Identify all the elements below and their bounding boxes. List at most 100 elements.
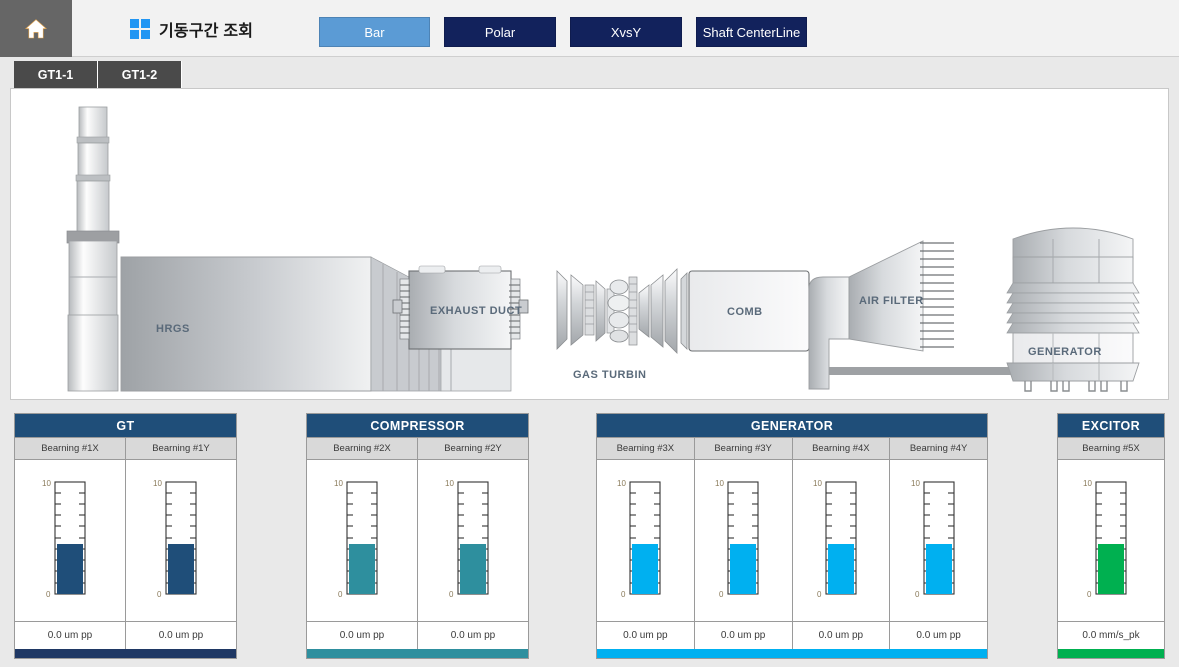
nav-button-polar[interactable]: Polar: [444, 17, 556, 47]
nav-button-xvsy[interactable]: XvsY: [570, 17, 682, 47]
gauge-max-label: 10: [445, 479, 454, 488]
home-button[interactable]: [0, 0, 72, 57]
group-excitor-accent: [1058, 649, 1164, 658]
gauge-bearing-3y: 10 0: [695, 460, 792, 621]
tab-gt1-2[interactable]: GT1-2: [98, 61, 182, 88]
nav-button-bar-label: Bar: [364, 25, 384, 40]
gauge-bearing-3x: 10 0: [597, 460, 694, 621]
gauge-max-label: 10: [334, 479, 343, 488]
group-gt-accent: [15, 649, 236, 658]
gas-turbine-shape: GAS TURBIN: [557, 269, 677, 381]
nav-button-shaft-centerline[interactable]: Shaft CenterLine: [696, 17, 807, 47]
gauge-max-label: 10: [911, 479, 920, 488]
grid-icon: [130, 19, 150, 39]
gauge-bearing-2y: 10 0: [418, 460, 528, 621]
channel-bearing-1y-value: 0.0 um pp: [126, 621, 236, 649]
channel-bearing-3y-label: Bearning #3Y: [695, 437, 792, 460]
gauge-min-label: 0: [817, 590, 822, 599]
channel-bearing-4x-value: 0.0 um pp: [793, 621, 890, 649]
channel-bearing-1x-value: 0.0 um pp: [15, 621, 125, 649]
channel-bearing-4y[interactable]: Bearning #4Y: [890, 437, 987, 649]
generator-shape: GENERATOR: [1007, 228, 1139, 391]
channel-bearing-2x[interactable]: Bearning #2X: [307, 437, 418, 649]
page-title-area: 기동구간 조회: [130, 0, 253, 57]
channel-bearing-2y-value: 0.0 um pp: [418, 621, 528, 649]
channel-bearing-5x-value: 0.0 mm/s_pk: [1058, 621, 1164, 649]
channel-bearing-5x-label: Bearning #5X: [1058, 437, 1164, 460]
group-generator-accent: [597, 649, 987, 658]
channel-bearing-4x-label: Bearning #4X: [793, 437, 890, 460]
group-compressor: COMPRESSOR Bearning #2X: [306, 413, 529, 659]
unit-tabs: GT1-1 GT1-2: [14, 61, 182, 88]
channel-bearing-4x[interactable]: Bearning #4X: [793, 437, 891, 649]
application-window: 기동구간 조회 Bar Polar XvsY Shaft CenterLine …: [0, 0, 1179, 667]
tab-gt1-1-label: GT1-1: [38, 68, 73, 82]
nav-button-polar-label: Polar: [485, 25, 515, 40]
gauge-min-label: 0: [1087, 590, 1092, 599]
channel-bearing-2y[interactable]: Bearning #2Y: [418, 437, 528, 649]
channel-bearing-2y-label: Bearning #2Y: [418, 437, 528, 460]
shaft-shape: [829, 367, 1029, 375]
gauge-max-label: 10: [153, 479, 162, 488]
channel-bearing-3x-value: 0.0 um pp: [597, 621, 694, 649]
group-excitor: EXCITOR Bearning #5X: [1057, 413, 1165, 659]
channel-bearing-1x[interactable]: Bearning #1X: [15, 437, 126, 649]
channel-bearing-1y[interactable]: Bearning #1Y: [126, 437, 236, 649]
diagram-label-exhaust-duct: EXHAUST DUCT: [430, 305, 522, 317]
gauge-min-label: 0: [621, 590, 626, 599]
channel-bearing-3x[interactable]: Bearning #3X: [597, 437, 695, 649]
gauge-bearing-1x: 10 0: [15, 460, 125, 621]
exhaust-duct-shape: EXHAUST DUCT: [393, 266, 528, 349]
gauge-bearing-2x: 10 0: [307, 460, 417, 621]
channel-bearing-4y-label: Bearning #4Y: [890, 437, 987, 460]
tab-gt1-1[interactable]: GT1-1: [14, 61, 98, 88]
diagram-label-hrgs: HRGS: [156, 323, 190, 335]
channel-bearing-3y[interactable]: Bearning #3Y: [695, 437, 793, 649]
group-compressor-accent: [307, 649, 528, 658]
channel-bearing-4y-value: 0.0 um pp: [890, 621, 987, 649]
gauge-min-label: 0: [338, 590, 343, 599]
channel-bearing-5x[interactable]: Bearning #5X: [1058, 437, 1164, 649]
group-compressor-title: COMPRESSOR: [307, 414, 528, 437]
diagram-label-comb: COMB: [727, 306, 763, 318]
machine-train-diagram: HRGS: [11, 89, 1170, 401]
gauge-min-label: 0: [449, 590, 454, 599]
group-generator-title: GENERATOR: [597, 414, 987, 437]
machine-train-diagram-panel: HRGS: [10, 88, 1169, 400]
nav-button-shaft-centerline-label: Shaft CenterLine: [703, 25, 801, 40]
group-gt-title: GT: [15, 414, 236, 437]
channel-bearing-3y-value: 0.0 um pp: [695, 621, 792, 649]
tab-gt1-2-label: GT1-2: [122, 68, 157, 82]
app-header: 기동구간 조회 Bar Polar XvsY Shaft CenterLine: [0, 0, 1179, 57]
nav-button-xvsy-label: XvsY: [611, 25, 641, 40]
combustor-shape: COMB: [681, 271, 809, 351]
gauge-min-label: 0: [46, 590, 51, 599]
channel-bearing-3x-label: Bearning #3X: [597, 437, 694, 460]
gauge-min-label: 0: [915, 590, 920, 599]
air-filter-shape: AIR FILTER: [809, 241, 954, 389]
gauge-bearing-1y: 10 0: [126, 460, 236, 621]
page-title: 기동구간 조회: [159, 17, 253, 41]
diagram-label-air-filter: AIR FILTER: [859, 295, 924, 307]
gauge-max-label: 10: [715, 479, 724, 488]
group-generator: GENERATOR Bearning #3X: [596, 413, 988, 659]
home-icon: [23, 17, 49, 41]
gauge-max-label: 10: [42, 479, 51, 488]
diagram-label-gas-turbin: GAS TURBIN: [573, 369, 646, 381]
gauge-max-label: 10: [813, 479, 822, 488]
stack-shape: [67, 107, 119, 391]
channel-bearing-1x-label: Bearning #1X: [15, 437, 125, 460]
channel-bearing-1y-label: Bearning #1Y: [126, 437, 236, 460]
group-gt: GT Bearning #1X: [14, 413, 237, 659]
diagram-label-generator: GENERATOR: [1028, 346, 1102, 358]
gauge-bearing-4y: 10 0: [890, 460, 987, 621]
gauge-max-label: 10: [617, 479, 626, 488]
gauge-min-label: 0: [719, 590, 724, 599]
gauge-min-label: 0: [157, 590, 162, 599]
nav-button-bar[interactable]: Bar: [319, 17, 430, 47]
channel-bearing-2x-label: Bearning #2X: [307, 437, 417, 460]
gauge-bearing-5x: 10 0: [1058, 460, 1164, 621]
gauge-bearing-4x: 10 0: [793, 460, 890, 621]
group-excitor-title: EXCITOR: [1058, 414, 1164, 437]
channel-bearing-2x-value: 0.0 um pp: [307, 621, 417, 649]
